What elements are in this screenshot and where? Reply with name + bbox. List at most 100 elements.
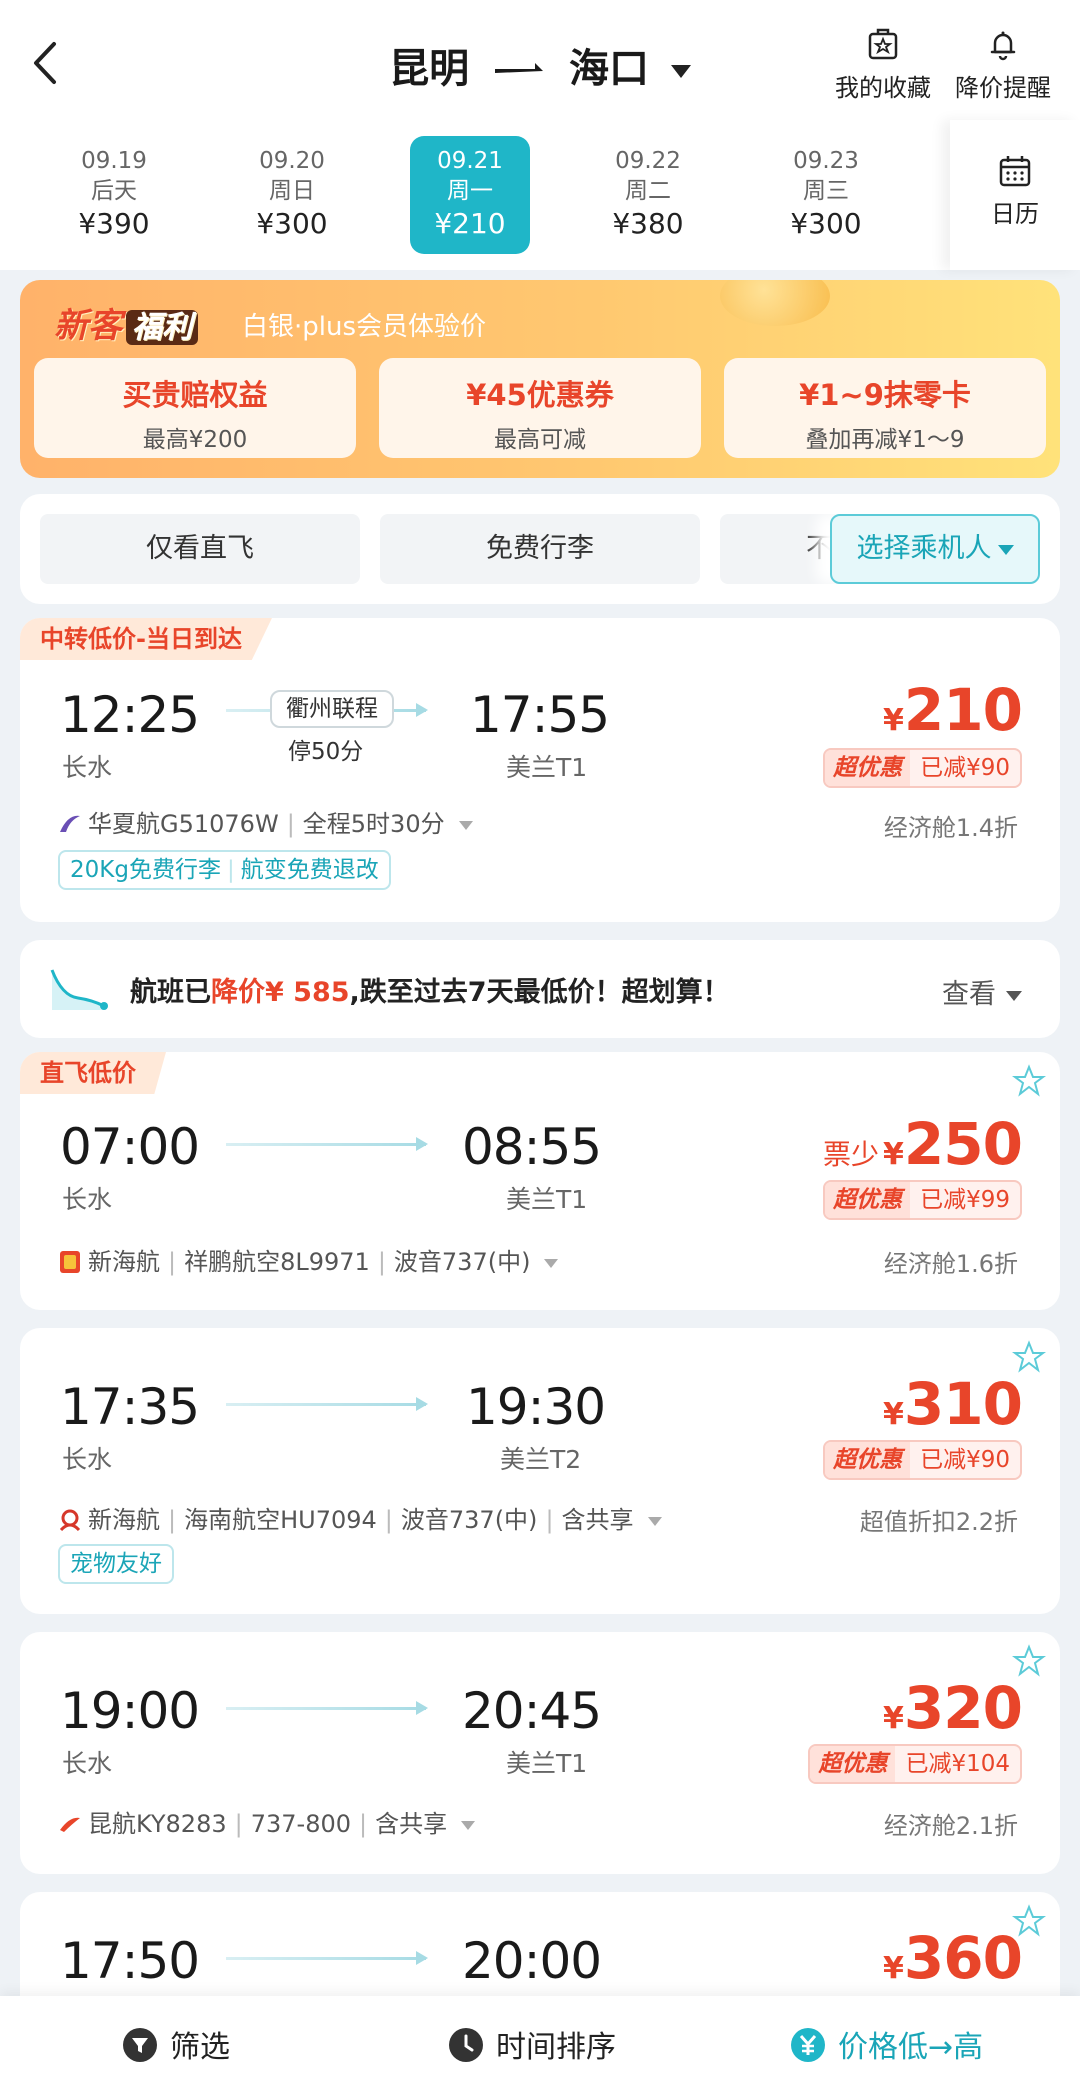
arrival-airport: 美兰T1 (506, 1749, 588, 1778)
currency-symbol: ¥ (883, 703, 904, 738)
flight-info: 华夏航G51076W | 全程5时30分 (58, 804, 473, 839)
promo-card-coupon[interactable]: ¥45优惠券 最高可减 (379, 358, 701, 458)
promo-card-price-guarantee[interactable]: 买贵赔权益 最高¥200 (34, 358, 356, 458)
chevron-down-icon[interactable] (647, 1516, 662, 1526)
flight-card-transfer[interactable]: 中转低价-当日到达 12:25 长水 衢州联程 停50分 17:55 美兰T1 … (20, 618, 1060, 922)
date-price: ¥300 (256, 207, 328, 240)
filter-icon (123, 2028, 157, 2062)
price-alert-label: 降价提醒 (955, 74, 1051, 102)
bottom-toolbar: 筛选 时间排序 价格低→高 (0, 1996, 1080, 2096)
filter-bar: 仅看直飞 免费行李 不 选择乘机人 (20, 494, 1060, 604)
route-line (226, 1137, 428, 1151)
filter-label: 筛选 (170, 2030, 230, 2065)
departure-time: 19:00 (60, 1682, 200, 1740)
flight-info: 新海航 | 祥鹏航空8L9971 | 波音737(中) (58, 1242, 559, 1277)
route-line (226, 1701, 428, 1715)
yen-icon (791, 2028, 825, 2062)
transfer-city-badge: 衢州联程 (270, 690, 394, 728)
flight-card[interactable]: 17:35 长水 19:30 美兰T2 ¥310 超优惠 已减¥90 新海航 | 海南… (20, 1328, 1060, 1614)
chevron-down-icon[interactable] (461, 1820, 476, 1830)
clock-icon (449, 2028, 483, 2062)
aircraft-type: 737-800 (250, 1810, 351, 1838)
few-tickets-label: 票少 (823, 1138, 880, 1171)
date-tab[interactable]: 09.19 后天 ¥390 (54, 136, 174, 254)
price-sort-button[interactable]: 价格低→高 (790, 2022, 983, 2066)
promo-banner[interactable]: 新客 福利 白银·plus会员体验价 买贵赔权益 最高¥200 ¥45优惠券 最高… (20, 280, 1060, 478)
free-baggage-chip[interactable]: 免费行李 (380, 514, 700, 584)
date-selector: 09.19 后天 ¥390 09.20 周日 ¥300 09.21 周一 ¥21… (0, 120, 1080, 270)
total-duration: 全程5时30分 (302, 810, 445, 838)
price-drop-notice[interactable]: 航班已降价¥ 585,跌至过去7天最低价！超划算！ 查看 (20, 940, 1060, 1038)
departure-time: 17:35 (60, 1378, 200, 1436)
discount-badge: 超优惠 已减¥104 (808, 1744, 1022, 1784)
date-tab-selected[interactable]: 09.21 周一 ¥210 (410, 136, 530, 254)
perk-baggage: 20Kg免费行李 (70, 857, 221, 883)
transfer-tag: 中转低价-当日到达 (20, 618, 272, 660)
discount-amount: 已减¥99 (920, 1187, 1010, 1213)
date-tab[interactable]: 09.22 周二 ¥380 (588, 136, 708, 254)
promo-card-sub: 最高¥200 (142, 427, 248, 453)
favorite-star-icon[interactable] (1012, 1340, 1046, 1374)
date-label: 09.22 (615, 148, 681, 174)
chevron-down-icon[interactable] (544, 1258, 559, 1268)
discount-label: 超优惠 (825, 750, 911, 786)
arrival-time: 19:30 (466, 1378, 606, 1436)
favorite-star-icon[interactable] (1012, 1644, 1046, 1678)
discount-amount: 已减¥90 (920, 1447, 1010, 1473)
weekday-label: 后天 (91, 178, 137, 204)
perk-pet-friendly: 宠物友好 (70, 1551, 162, 1577)
date-price: ¥210 (434, 207, 506, 240)
discount-amount: 已减¥104 (905, 1751, 1010, 1777)
flight-card[interactable]: 直飞低价 07:00 长水 08:55 美兰T1 票少 ¥250 超优惠 已减¥99… (20, 1052, 1060, 1310)
discount-label: 超优惠 (810, 1746, 896, 1782)
promo-card-sub: 叠加再减¥1～9 (805, 427, 965, 453)
time-sort-button[interactable]: 时间排序 (448, 2022, 616, 2066)
date-tab[interactable]: 09.20 周日 ¥300 (232, 136, 352, 254)
favorites-icon (868, 28, 898, 60)
airline-flight-number: 华夏航G51076W (88, 810, 279, 838)
route-line (226, 1397, 428, 1411)
notice-suffix: ,跌至过去7天最低价！超划算！ (349, 977, 730, 1008)
origin-city: 昆明 (389, 46, 470, 92)
discount-badge: 超优惠 已减¥99 (823, 1180, 1022, 1220)
select-passenger-button[interactable]: 选择乘机人 (830, 514, 1040, 584)
time-sort-label: 时间排序 (496, 2030, 616, 2065)
flight-card[interactable]: 19:00 长水 20:45 美兰T1 ¥320 超优惠 已减¥104 昆航KY8… (20, 1632, 1060, 1874)
price-alert-button[interactable]: 降价提醒 (948, 28, 1058, 103)
flight-info: 新海航 | 海南航空HU7094 | 波音737(中) | 含共享 (58, 1500, 662, 1535)
direct-only-chip[interactable]: 仅看直飞 (40, 514, 360, 584)
departure-airport: 长水 (62, 753, 113, 782)
calendar-button[interactable]: 日历 (950, 120, 1080, 270)
currency-symbol: ¥ (883, 1951, 904, 1986)
favorite-star-icon[interactable] (1012, 1064, 1046, 1098)
departure-airport: 长水 (62, 1749, 113, 1778)
arrival-airport: 美兰T2 (500, 1445, 582, 1474)
chevron-down-icon[interactable] (458, 820, 473, 830)
codeshare-label: 含共享 (561, 1506, 634, 1534)
discount-label: 超优惠 (825, 1182, 911, 1218)
direct-low-price-tag: 直飞低价 (20, 1052, 166, 1094)
departure-time: 17:50 (60, 1932, 200, 1990)
perk-refund: 航变免费退改 (240, 857, 379, 883)
bell-icon (990, 31, 1016, 61)
flight-price: ¥320 (883, 1674, 1023, 1742)
price-value: 310 (903, 1370, 1023, 1438)
price-drop-text: 航班已降价¥ 585,跌至过去7天最低价！超划算！ (130, 970, 730, 1009)
airline-brand: 新海航 (88, 1248, 160, 1276)
favorites-button[interactable]: 我的收藏 (828, 28, 938, 103)
cabin-discount: 超值折扣2.2折 (859, 1508, 1018, 1536)
promo-card-roundoff[interactable]: ¥1~9抹零卡 叠加再减¥1～9 (724, 358, 1046, 458)
aircraft-type: 波音737(中) (400, 1506, 538, 1534)
promo-card-title: ¥1~9抹零卡 (799, 378, 971, 412)
huaxia-airline-logo-icon (60, 815, 80, 832)
date-label: 09.20 (259, 148, 325, 174)
destination-city: 海口 (568, 46, 649, 92)
airline-brand: 新海航 (88, 1506, 160, 1534)
date-label: 09.21 (437, 148, 503, 174)
view-button[interactable]: 查看 (942, 972, 1022, 1011)
date-tab[interactable]: 09.23 周三 ¥300 (766, 136, 886, 254)
notice-highlight: 降价¥ 585 (211, 977, 350, 1008)
route-arrow-icon (495, 63, 544, 73)
filter-button[interactable]: 筛选 (122, 2022, 230, 2066)
airline-flight-number: 祥鹏航空8L9971 (184, 1248, 370, 1276)
